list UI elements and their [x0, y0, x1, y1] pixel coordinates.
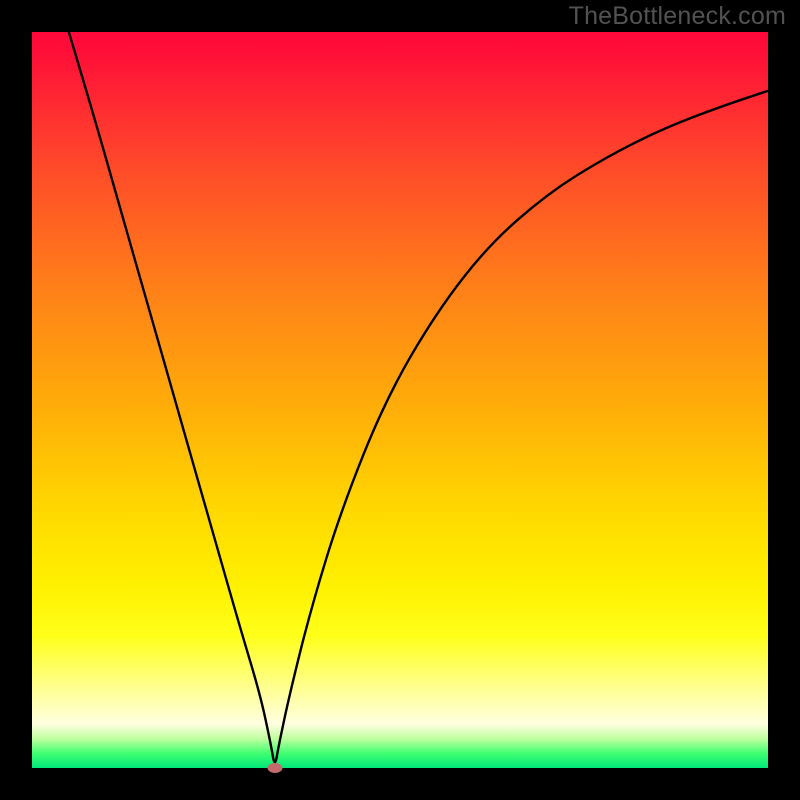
- curve-svg: [32, 32, 768, 768]
- watermark-text: TheBottleneck.com: [569, 2, 786, 31]
- minimum-marker: [267, 763, 282, 773]
- chart-frame: TheBottleneck.com: [0, 0, 800, 800]
- bottleneck-curve-path: [69, 32, 768, 763]
- plot-area: [32, 32, 768, 768]
